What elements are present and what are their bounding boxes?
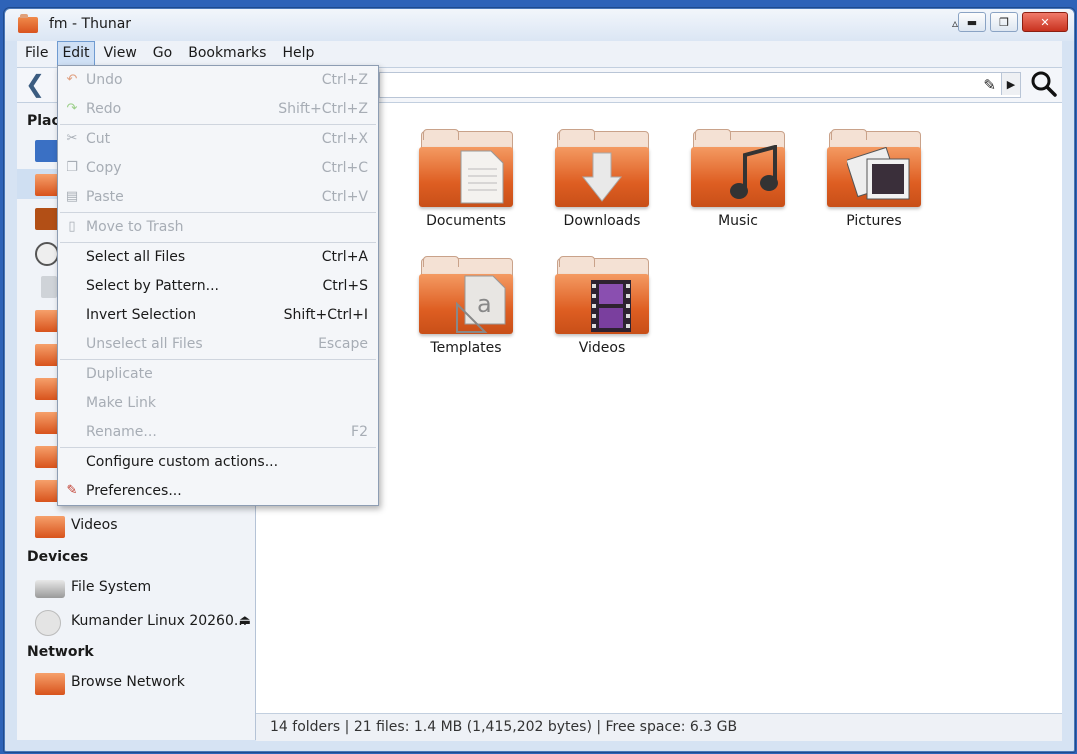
folder-icon [827,129,921,207]
pencil-icon[interactable]: ✎ [983,76,996,94]
menu-item-select-all[interactable]: Select all Files Ctrl+A [58,243,378,272]
title-bar[interactable]: fm - Thunar ▵ ▬ ❐ ✕ [5,9,1074,41]
undo-icon: ↶ [66,72,78,87]
location-field[interactable]: ✎ ▶ [379,72,1021,98]
menu-item-redo[interactable]: ↷ Redo Shift+Ctrl+Z [58,95,378,124]
svg-text:a: a [477,290,492,318]
network-header: Network [27,644,94,660]
sidebar-item-videos[interactable]: Videos [17,511,255,541]
menu-go[interactable]: Go [145,41,180,67]
minimize-button[interactable]: ▬ [958,12,986,32]
sidebar-item-label: Videos [71,517,118,533]
status-bar: 14 folders | 21 files: 1.4 MB (1,415,202… [256,713,1062,741]
menubar: File Edit View Go Bookmarks Help [17,41,1062,68]
menu-file[interactable]: File [17,41,56,67]
folder-label: Pictures [846,213,902,229]
eject-icon[interactable]: ⏏ [239,613,251,628]
back-button[interactable]: ❮ [25,72,45,96]
menu-item-configure-custom-actions[interactable]: Configure custom actions... [58,448,378,477]
film-icon [591,280,631,332]
template-icon: a [456,275,506,333]
folder-documents[interactable]: Documents [401,129,531,229]
menu-item-make-link[interactable]: Make Link [58,389,378,418]
menu-view[interactable]: View [96,41,145,67]
menu-item-move-to-trash[interactable]: ▯ Move to Trash [58,213,378,242]
edit-menu: ↶ Undo Ctrl+Z ↷ Redo Shift+Ctrl+Z ✂ Cut Ctrl+X… [57,65,379,506]
folder-icon: a [419,256,513,334]
sidebar-item-label: Browse Network [71,674,185,690]
folder-app-icon [18,14,38,33]
menu-help[interactable]: Help [274,41,322,67]
folder-videos[interactable]: Videos [537,256,667,356]
trash-icon [41,276,57,298]
sidebar-item-label: File System [71,579,152,595]
folder-icon [419,129,513,207]
menu-item-unselect-all[interactable]: Unselect all Files Escape [58,330,378,359]
disc-icon [35,610,61,636]
menu-item-duplicate[interactable]: Duplicate [58,360,378,389]
folder-music[interactable]: Music [673,129,803,229]
folder-pictures[interactable]: Pictures [809,129,939,229]
copy-icon: ❐ [66,160,78,175]
folder-downloads[interactable]: Downloads [537,129,667,229]
drive-icon [35,580,65,598]
folder-label: Documents [426,213,506,229]
music-note-icon [730,145,778,199]
folder-label: Music [718,213,758,229]
folder-label: Downloads [563,213,641,229]
folder-label: Videos [578,340,626,356]
paste-icon: ▤ [65,189,79,204]
menu-item-select-by-pattern[interactable]: Select by Pattern... Ctrl+S [58,272,378,301]
status-text: 14 folders | 21 files: 1.4 MB (1,415,202… [270,719,738,735]
preferences-icon: ✎ [66,483,78,498]
sidebar-item-filesystem[interactable]: File System [17,573,255,603]
menu-item-invert-selection[interactable]: Invert Selection Shift+Ctrl+I [58,301,378,330]
download-arrow-icon [581,152,623,202]
menu-item-preferences[interactable]: ✎ Preferences... [58,477,378,506]
sidebar-item-optical[interactable]: Kumander Linux 20260... ⏏ [17,607,255,637]
redo-icon: ↷ [66,101,78,116]
menu-item-paste[interactable]: ▤ Paste Ctrl+V [58,183,378,212]
menu-item-rename[interactable]: Rename... F2 [58,418,378,447]
cut-icon: ✂ [66,131,78,146]
sidebar-item-label: Kumander Linux 20260... [71,613,248,629]
menu-item-cut[interactable]: ✂ Cut Ctrl+X [58,125,378,154]
folder-icon [691,129,785,207]
search-icon[interactable] [1030,70,1058,98]
menu-item-undo[interactable]: ↶ Undo Ctrl+Z [58,66,378,95]
maximize-button[interactable]: ❐ [990,12,1018,32]
menu-bookmarks[interactable]: Bookmarks [180,41,274,67]
document-icon [460,150,504,204]
trash-icon: ▯ [68,219,76,234]
sidebar-item-browse-network[interactable]: Browse Network [17,668,255,698]
photo-icon [847,147,910,200]
folder-label: Templates [430,340,502,356]
folder-icon [555,256,649,334]
folder-templates[interactable]: a Templates [401,256,531,356]
video-folder-icon [35,516,65,538]
network-folder-icon [35,673,65,695]
clock-icon [35,242,59,266]
window-title: fm - Thunar [49,16,132,32]
close-button[interactable]: ✕ [1022,12,1068,32]
devices-header: Devices [27,549,89,565]
path-forward-button[interactable]: ▶ [1001,73,1020,95]
menu-item-copy[interactable]: ❐ Copy Ctrl+C [58,154,378,183]
menu-edit[interactable]: Edit [57,41,95,67]
folder-icon [555,129,649,207]
places-header: Plac [27,113,60,129]
